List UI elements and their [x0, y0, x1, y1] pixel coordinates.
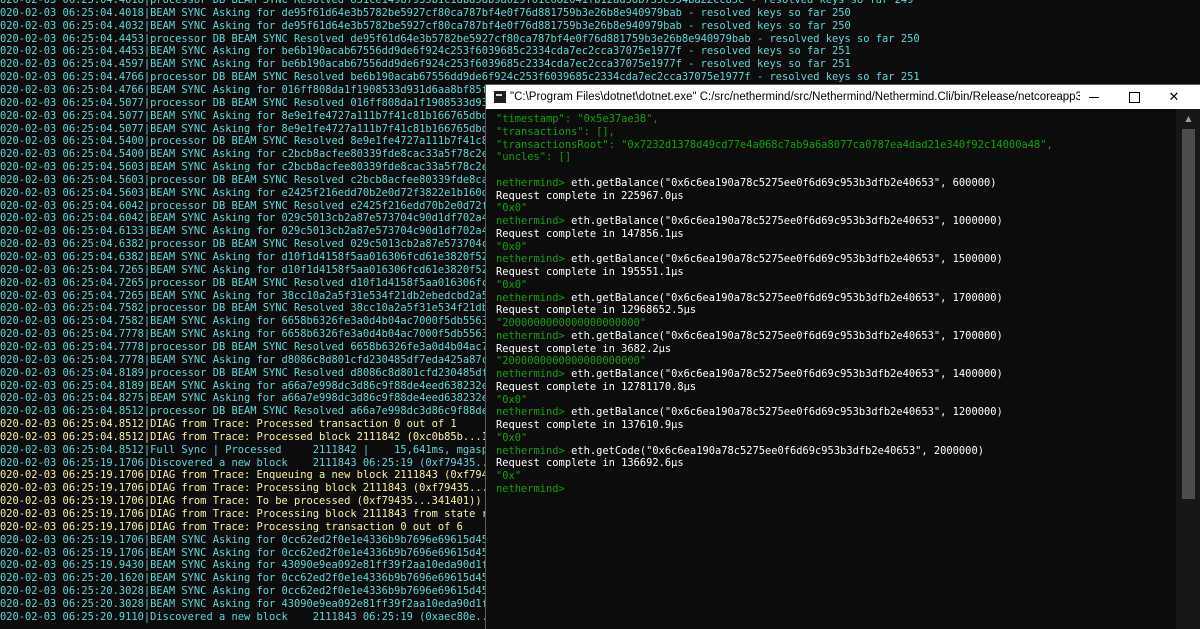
cli-prompt: nethermind>	[496, 444, 572, 457]
close-icon: ✕	[1168, 89, 1180, 105]
command-text: eth.getBalance("0x6c6ea190a78c5275ee0f6d…	[571, 329, 1003, 342]
status-line: Request complete in 12781170.8µs	[496, 380, 697, 393]
command-text: eth.getBalance("0x6c6ea190a78c5275ee0f6d…	[571, 176, 997, 189]
log-line: 020-02-03 06:25:04.8512|DIAG from Trace:…	[0, 430, 526, 443]
output-line: "2000000000000000000000"	[496, 317, 647, 329]
log-line: 020-02-03 06:25:04.7582|processor DB BEA…	[0, 302, 526, 315]
window-titlebar[interactable]: "C:\Program Files\dotnet\dotnet.exe" C:/…	[486, 85, 1200, 109]
command-line: nethermind> eth.getBalance("0x6c6ea190a7…	[496, 177, 996, 190]
log-line: 020-02-03 06:25:04.8275|BEAM SYNC Asking…	[0, 392, 526, 405]
status-line: Request complete in 195551.1µs	[496, 266, 684, 278]
close-button[interactable]: ✕	[1151, 85, 1197, 109]
command-text: eth.getBalance("0x6c6ea190a78c5275ee0f6d…	[571, 406, 1003, 419]
status-line: Request complete in 12968652.5µs	[496, 304, 697, 317]
log-line: 020-02-03 06:25:04.4766|BEAM SYNC Asking…	[0, 83, 526, 96]
log-line: 020-02-03 06:25:04.7265|BEAM SYNC Asking…	[0, 263, 526, 276]
maximize-icon	[1128, 91, 1140, 103]
command-text: eth.getBalance("0x6c6ea190a78c5275ee0f6d…	[571, 291, 1003, 304]
output-line: "2000000000000000000000"	[496, 355, 647, 368]
log-line: 020-02-03 06:25:04.5077|BEAM SYNC Asking…	[0, 109, 526, 122]
log-line: 020-02-03 06:25:04.7265|BEAM SYNC Asking…	[0, 289, 526, 302]
log-line: 020-02-03 06:25:04.6382|processor DB BEA…	[0, 238, 526, 251]
status-line: Request complete in 137610.9µs	[496, 419, 684, 431]
cli-console-window[interactable]: "C:\Program Files\dotnet\dotnet.exe" C:/…	[485, 84, 1200, 629]
command-text: eth.getBalance("0x6c6ea190a78c5275ee0f6d…	[571, 368, 1003, 380]
log-line: 020-02-03 06:25:04.7265|processor DB BEA…	[0, 276, 526, 289]
log-line: 020-02-03 06:25:19.1706|DIAG from Trace:…	[0, 482, 526, 495]
log-line: 020-02-03 06:25:04.8189|processor DB BEA…	[0, 366, 526, 379]
scrollbar-thumb[interactable]	[1182, 129, 1195, 499]
log-line: 020-02-03 06:25:04.5603|BEAM SYNC Asking…	[0, 186, 520, 199]
log-line: 020-02-03 06:25:04.4018|BEAM SYNC Asking…	[0, 6, 851, 19]
log-line: 020-02-03 06:25:04.6382|BEAM SYNC Asking…	[0, 251, 526, 263]
log-line: 020-02-03 06:25:04.7778|BEAM SYNC Asking…	[0, 328, 526, 341]
output-line: "0x0"	[496, 240, 528, 253]
output-line: "uncles": []	[496, 151, 572, 164]
output-line: "timestamp": "0x5e37ae38",	[496, 113, 659, 125]
output-line: "transactionsRoot": "0x7232d1378d49cd77e…	[496, 138, 1053, 151]
terminal-output[interactable]: "timestamp": "0x5e37ae38", "transactions"…	[486, 109, 1176, 629]
output-line: "0x0"	[496, 202, 528, 215]
command-line: nethermind> eth.getBalance("0x6c6ea190a7…	[496, 368, 1003, 381]
command-text: eth.getCode("0x6c6ea190a78c5275ee0f6d69c…	[571, 444, 984, 457]
log-line: 020-02-03 06:25:04.5603|BEAM SYNC Asking…	[0, 161, 526, 174]
status-line: Request complete in 147856.1µs	[496, 227, 684, 240]
command-line: nethermind> eth.getBalance("0x6c6ea190a7…	[496, 406, 1003, 419]
cli-prompt: nethermind>	[496, 368, 572, 380]
log-line: 020-02-03 06:25:04.4453|processor DB BEA…	[0, 32, 920, 45]
log-line: 020-02-03 06:25:04.6042|processor DB BEA…	[0, 199, 526, 212]
log-line: 020-02-03 06:25:04.5077|processor DB BEA…	[0, 96, 526, 109]
vertical-scrollbar[interactable]: ▲	[1176, 109, 1200, 629]
log-line: 020-02-03 06:25:04.8512|processor DB BEA…	[0, 405, 526, 418]
command-line: nethermind> eth.getBalance("0x6c6ea190a7…	[496, 253, 1003, 266]
cli-prompt: nethermind>	[496, 482, 565, 495]
log-line: 020-02-03 06:25:04.4597|BEAM SYNC Asking…	[0, 58, 851, 71]
log-line: 020-02-03 06:25:04.7778|processor DB BEA…	[0, 340, 526, 353]
output-line: "0x0"	[496, 431, 528, 444]
command-line: nethermind> eth.getCode("0x6c6ea190a78c5…	[496, 445, 984, 458]
command-line: nethermind> eth.getBalance("0x6c6ea190a7…	[496, 292, 1003, 305]
window-title: "C:\Program Files\dotnet\dotnet.exe" C:/…	[510, 91, 1080, 103]
cli-prompt: nethermind>	[496, 176, 572, 189]
cli-prompt: nethermind>	[496, 406, 572, 419]
command-line: nethermind> eth.getBalance("0x6c6ea190a7…	[496, 330, 1003, 343]
log-line: 020-02-03 06:25:04.6133|BEAM SYNC Asking…	[0, 225, 526, 238]
cli-prompt: nethermind>	[496, 253, 572, 266]
log-line: 020-02-03 06:25:04.4032|BEAM SYNC Asking…	[0, 19, 851, 32]
log-line: 020-02-03 06:25:04.5400|processor DB BEA…	[0, 135, 526, 148]
minimize-icon	[1089, 96, 1099, 98]
cli-prompt: nethermind>	[496, 329, 572, 342]
command-line: nethermind> eth.getBalance("0x6c6ea190a7…	[496, 215, 1003, 228]
log-line: 020-02-03 06:25:04.8189|BEAM SYNC Asking…	[0, 379, 526, 392]
cli-prompt: nethermind>	[496, 291, 572, 304]
command-text: eth.getBalance("0x6c6ea190a78c5275ee0f6d…	[571, 215, 1003, 227]
log-line: 020-02-03 06:25:04.4453|BEAM SYNC Asking…	[0, 45, 851, 58]
status-line: Request complete in 136692.6µs	[496, 457, 684, 470]
log-line: 020-02-03 06:25:04.8512|DIAG from Trace:…	[0, 418, 457, 431]
log-line: 020-02-03 06:25:04.5603|processor DB BEA…	[0, 173, 526, 186]
log-line: 020-02-03 06:25:19.1706|DIAG from Trace:…	[0, 469, 526, 482]
output-line: "0x"	[496, 470, 522, 482]
cli-prompt: nethermind>	[496, 215, 572, 227]
command-line: nethermind>	[496, 483, 565, 496]
output-line: "transactions": [],	[496, 125, 615, 138]
output-line: "0x0"	[496, 393, 528, 406]
log-line: 020-02-03 06:25:04.8512|Full Sync | Proc…	[0, 443, 538, 456]
status-line: Request complete in 225967.0µs	[496, 189, 684, 202]
scroll-up-icon[interactable]: ▲	[1176, 109, 1200, 127]
log-line: 020-02-03 06:25:04.7582|BEAM SYNC Asking…	[0, 315, 526, 328]
command-text: eth.getBalance("0x6c6ea190a78c5275ee0f6d…	[571, 253, 1003, 266]
log-line: 020-02-03 06:25:04.7778|BEAM SYNC Asking…	[0, 353, 526, 366]
log-line: 020-02-03 06:25:19.1706|DIAG from Trace:…	[0, 520, 463, 533]
output-line: "0x0"	[496, 278, 528, 291]
log-line: 020-02-03 06:25:04.6042|BEAM SYNC Asking…	[0, 212, 526, 225]
console-app-icon	[494, 91, 506, 103]
log-line: 020-02-03 06:25:04.5077|BEAM SYNC Asking…	[0, 122, 526, 135]
log-line: 020-02-03 06:25:04.4766|processor DB BEA…	[0, 71, 920, 84]
status-line: Request complete in 3682.2µs	[496, 342, 672, 355]
log-line: 020-02-03 06:25:04.5400|BEAM SYNC Asking…	[0, 148, 526, 161]
log-line: 020-02-03 06:25:19.1706|Discovered a new…	[0, 456, 532, 469]
